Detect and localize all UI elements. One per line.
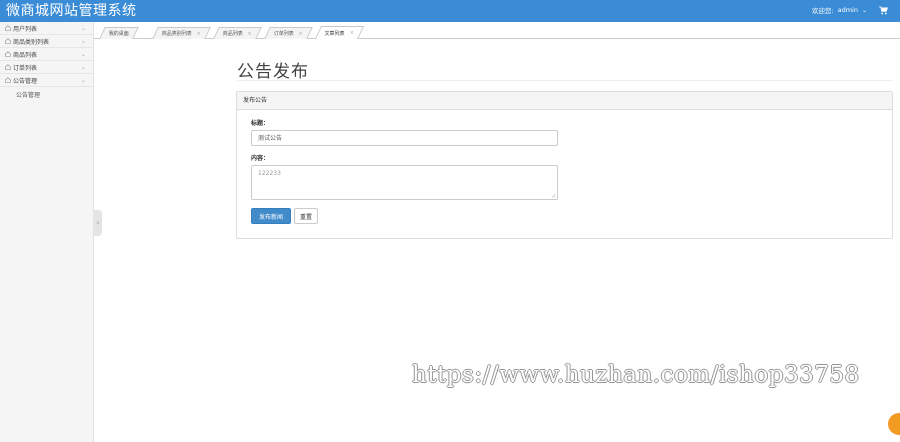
sidebar-item-label: 用户列表 (13, 25, 38, 33)
sidebar-item-label: 公告管理 (13, 77, 38, 85)
announcement-form-panel: 发布公告 标题： 测试公告 内容： 122233 发布新闻 重置 (236, 91, 893, 239)
page-title: 公告发布 (237, 62, 309, 82)
tab-label: 文章列表 (324, 30, 345, 37)
chevron-down-icon: ⌄ (80, 77, 86, 84)
panel-heading: 发布公告 (237, 92, 892, 110)
title-divider (237, 80, 893, 81)
title-input[interactable]: 测试公告 (251, 130, 558, 146)
welcome-text: 欢迎您: (811, 7, 834, 15)
resize-grip-icon[interactable] (551, 193, 556, 198)
chevron-down-icon: ⌄ (80, 25, 86, 32)
title-label: 标题： (251, 120, 270, 127)
home-icon (5, 38, 11, 44)
content-label: 内容： (251, 155, 270, 162)
close-icon[interactable]: × (248, 31, 252, 37)
sidebar: 用户列表 ⌄ 商品类别列表 ⌄ 商品列表 ⌄ 订单列表 ⌄ 公告管理 ⌄ 公告管… (0, 22, 94, 442)
tab-bar: 我的桌面 商品类别列表 × 商品列表 × 订单列表 × 文章列表 × (94, 22, 900, 39)
sidebar-item-label: 订单列表 (13, 64, 38, 72)
home-icon (5, 77, 11, 83)
floating-help-button[interactable] (888, 413, 900, 435)
top-header: 微商城网站管理系统 欢迎您: admin ⌄ (0, 0, 900, 22)
chevron-down-icon: ⌄ (80, 64, 86, 71)
sidebar-item-label: 商品列表 (13, 51, 38, 59)
user-menu[interactable]: 欢迎您: admin ⌄ (812, 5, 888, 15)
close-icon[interactable]: × (197, 31, 201, 37)
sidebar-subitem-label: 公告管理 (16, 91, 41, 99)
tab-products[interactable]: 商品列表 × (213, 27, 263, 39)
home-icon (5, 25, 11, 31)
sidebar-item-orders[interactable]: 订单列表 ⌄ (0, 61, 93, 74)
chevron-down-icon[interactable]: ⌄ (862, 7, 867, 14)
chevron-down-icon: ⌄ (80, 51, 86, 58)
sidebar-item-products[interactable]: 商品列表 ⌄ (0, 48, 93, 61)
tab-product-categories[interactable]: 商品类别列表 × (152, 27, 212, 39)
close-icon[interactable]: × (350, 30, 354, 36)
cart-icon[interactable] (879, 6, 888, 15)
home-icon (5, 51, 11, 57)
content-textarea[interactable]: 122233 (251, 165, 558, 200)
sidebar-item-label: 商品类别列表 (13, 38, 50, 46)
app-title: 微商城网站管理系统 (6, 3, 137, 19)
sidebar-item-users[interactable]: 用户列表 ⌄ (0, 22, 93, 35)
tab-orders[interactable]: 订单列表 × (264, 27, 314, 39)
tab-label: 商品列表 (222, 31, 243, 37)
sidebar-subitem-announcement-manage[interactable]: 公告管理 (0, 87, 93, 101)
reset-button[interactable]: 重置 (294, 208, 318, 224)
watermark-text: https://www.huzhan.com/ishop33758 (412, 362, 860, 388)
tab-articles[interactable]: 文章列表 × (314, 26, 365, 39)
close-icon[interactable]: × (299, 31, 303, 37)
sidebar-collapse-handle[interactable]: ‹ (94, 210, 102, 236)
username[interactable]: admin (838, 6, 858, 14)
content-value: 122233 (258, 170, 281, 177)
tab-label: 商品类别列表 (161, 31, 192, 37)
sidebar-item-announcements[interactable]: 公告管理 ⌄ (0, 74, 93, 87)
chevron-down-icon: ⌄ (80, 38, 86, 45)
chevron-left-icon: ‹ (96, 219, 100, 227)
tab-label: 我的桌面 (108, 31, 129, 37)
tab-label: 订单列表 (273, 31, 294, 37)
publish-button[interactable]: 发布新闻 (251, 208, 291, 224)
sidebar-item-product-categories[interactable]: 商品类别列表 ⌄ (0, 35, 93, 48)
home-icon (5, 64, 11, 70)
tab-my-desktop[interactable]: 我的桌面 (99, 27, 139, 39)
